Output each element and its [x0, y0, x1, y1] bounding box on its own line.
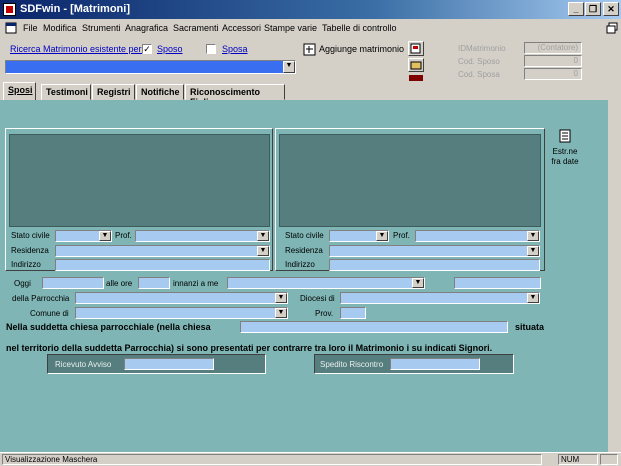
cod-sposa-field[interactable]: 0 — [524, 68, 582, 80]
chevron-down-icon[interactable]: ▼ — [275, 293, 287, 303]
ricevuto-avviso-label: Ricevuto Avviso — [55, 360, 112, 369]
sposa-list[interactable] — [279, 134, 541, 227]
sposo-indirizzo-label: Indirizzo — [11, 260, 41, 269]
comune-label: Comune di — [30, 309, 69, 318]
alle-ore-field[interactable] — [138, 277, 170, 289]
chevron-down-icon[interactable]: ▼ — [283, 61, 295, 73]
tab-notifiche[interactable]: Notifiche — [136, 84, 184, 100]
search-label: Ricerca Matrimonio esistente per: — [10, 44, 145, 54]
sposo-stato-civile-combo[interactable]: ▼ — [55, 230, 112, 242]
maximize-button[interactable]: ❐ — [585, 2, 601, 16]
oggi-label: Oggi — [14, 279, 31, 288]
chevron-down-icon[interactable]: ▼ — [376, 231, 388, 241]
sposa-indirizzo-label: Indirizzo — [285, 260, 315, 269]
extract-dates-icon[interactable] — [558, 129, 572, 143]
open-record-button[interactable] — [408, 58, 424, 72]
menu-stampe-varie[interactable]: Stampe varie — [264, 23, 317, 33]
status-num: NUM — [558, 454, 598, 465]
diocesi-label: Diocesi di — [300, 294, 335, 303]
sposa-stato-civile-label: Stato civile — [285, 231, 324, 240]
sposa-indirizzo-field[interactable] — [329, 259, 540, 271]
sposo-label: Sposo — [157, 44, 183, 54]
chevron-down-icon[interactable]: ▼ — [257, 246, 269, 256]
window-title: SDFwin - [Matrimoni] — [20, 3, 130, 15]
minimize-button[interactable]: _ — [568, 2, 584, 16]
add-marriage-icon[interactable] — [303, 43, 316, 56]
cod-sposo-label: Cod. Sposo — [458, 57, 500, 66]
prov-label: Prov. — [315, 309, 334, 318]
sposo-residenza-combo[interactable]: ▼ — [55, 245, 270, 257]
menu-sacramenti[interactable]: Sacramenti — [173, 23, 219, 33]
cod-sposo-field[interactable]: 0 — [524, 55, 582, 67]
exit-icon[interactable] — [409, 75, 423, 81]
sposa-residenza-combo[interactable]: ▼ — [329, 245, 540, 257]
oggi-field[interactable] — [42, 277, 104, 289]
chevron-down-icon[interactable]: ▼ — [99, 231, 111, 241]
celebrante-combo[interactable]: ▼ — [227, 277, 425, 289]
menu-tabelle-di-controllo[interactable]: Tabelle di controllo — [322, 23, 397, 33]
sposo-list[interactable] — [9, 134, 270, 227]
sposa-residenza-label: Residenza — [285, 246, 323, 255]
menu-file[interactable]: File — [23, 23, 38, 33]
menu-accessori[interactable]: Accessori — [222, 23, 261, 33]
restore-child-icon[interactable] — [606, 22, 618, 34]
prov-field[interactable] — [340, 307, 366, 319]
menu-strumenti[interactable]: Strumenti — [82, 23, 121, 33]
celebrante-extra-field[interactable] — [454, 277, 541, 289]
sentence-chiesa-text: Nella suddetta chiesa parrocchiale (nell… — [6, 322, 211, 332]
right-edge — [608, 100, 621, 452]
ricevuto-avviso-field[interactable] — [124, 358, 214, 370]
sposo-prof-label: Prof. — [115, 231, 132, 240]
tab-riconoscimento-figli[interactable]: Riconoscimento Figli — [185, 84, 285, 107]
spedito-riscontro-label: Spedito Riscontro — [320, 360, 384, 369]
situata-text: situata — [515, 322, 545, 332]
sposo-checkbox[interactable]: ✓ — [142, 44, 152, 54]
chiesa-field[interactable] — [240, 321, 508, 333]
add-marriage-button[interactable]: Aggiunge matrimonio — [319, 44, 404, 54]
cod-sposa-label: Cod. Sposa — [458, 70, 500, 79]
extract-dates-button[interactable]: Estr.ne fra date — [548, 147, 582, 167]
id-matrimonio-field[interactable]: (Contatore) — [524, 42, 582, 54]
innanzi-label: innanzi a me — [173, 279, 219, 288]
chevron-down-icon[interactable]: ▼ — [257, 231, 269, 241]
title-bar: SDFwin - [Matrimoni] _ ❐ ✕ — [0, 0, 621, 19]
sposa-label: Sposa — [222, 44, 248, 54]
sposo-prof-combo[interactable]: ▼ — [135, 230, 270, 242]
tab-registri[interactable]: Registri — [92, 84, 135, 100]
print-button[interactable] — [408, 41, 424, 56]
tab-sposi[interactable]: Sposi — [3, 82, 36, 101]
app-icon — [3, 3, 16, 16]
chevron-down-icon[interactable]: ▼ — [527, 246, 539, 256]
chevron-down-icon[interactable]: ▼ — [412, 278, 424, 288]
diocesi-combo[interactable]: ▼ — [340, 292, 540, 304]
tab-testimoni[interactable]: Testimoni — [41, 84, 91, 100]
sposo-stato-civile-label: Stato civile — [11, 231, 50, 240]
sposa-checkbox[interactable] — [206, 44, 216, 54]
sposa-prof-combo[interactable]: ▼ — [415, 230, 540, 242]
id-matrimonio-label: IDMatrimonio — [458, 44, 506, 53]
sentence-territorio-text: nel territorio della suddetta Parrocchia… — [6, 343, 493, 353]
search-combo[interactable]: ▼ — [5, 60, 296, 74]
spedito-riscontro-field[interactable] — [390, 358, 480, 370]
menu-anagrafica[interactable]: Anagrafica — [125, 23, 168, 33]
menu-modifica[interactable]: Modifica — [43, 23, 77, 33]
parrocchia-combo[interactable]: ▼ — [75, 292, 288, 304]
sposo-residenza-label: Residenza — [11, 246, 49, 255]
close-button[interactable]: ✕ — [603, 2, 619, 16]
parrocchia-label: della Parrocchia — [12, 294, 70, 303]
sposa-prof-label: Prof. — [393, 231, 410, 240]
sposa-stato-civile-combo[interactable]: ▼ — [329, 230, 389, 242]
document-icon[interactable] — [5, 22, 17, 34]
chevron-down-icon[interactable]: ▼ — [527, 293, 539, 303]
sposo-indirizzo-field[interactable] — [55, 259, 270, 271]
chevron-down-icon[interactable]: ▼ — [527, 231, 539, 241]
alle-ore-label: alle ore — [106, 279, 133, 288]
chevron-down-icon[interactable]: ▼ — [275, 308, 287, 318]
status-mode: Visualizzazione Maschera — [2, 454, 542, 465]
comune-combo[interactable]: ▼ — [75, 307, 288, 319]
status-extra — [600, 454, 618, 465]
